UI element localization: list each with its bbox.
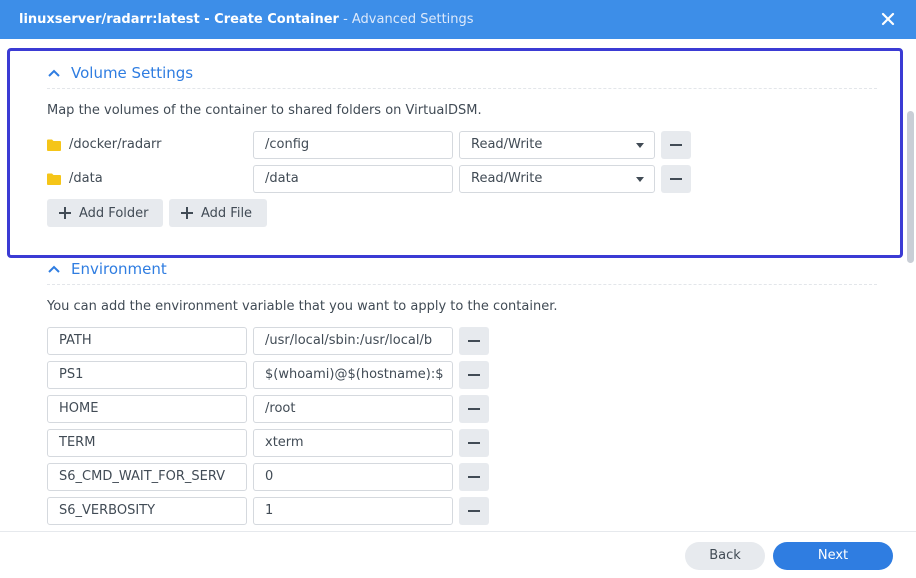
divider (47, 88, 877, 89)
title-action: Create Container (214, 12, 339, 27)
env-value-input[interactable]: /root (253, 395, 453, 423)
caret-down-icon (636, 143, 644, 148)
env-key-input[interactable]: HOME (47, 395, 247, 423)
title-image-name: linuxserver/radarr:latest (19, 12, 200, 27)
volume-description: Map the volumes of the container to shar… (47, 103, 482, 118)
folder-icon (47, 173, 61, 185)
remove-env-button[interactable] (459, 327, 489, 355)
folder-icon (47, 139, 61, 151)
env-key-input[interactable]: PS1 (47, 361, 247, 389)
mount-path-input[interactable]: /data (253, 165, 453, 193)
env-key-input[interactable]: S6_VERBOSITY (47, 497, 247, 525)
vertical-scrollbar[interactable] (907, 111, 914, 263)
env-value-input[interactable]: /usr/local/sbin:/usr/local/b (253, 327, 453, 355)
next-button[interactable]: Next (773, 542, 893, 570)
divider (47, 284, 877, 285)
caret-down-icon (636, 177, 644, 182)
add-file-button[interactable]: Add File (169, 199, 267, 227)
chevron-up-icon (48, 69, 60, 77)
plus-icon (181, 207, 193, 219)
add-file-label: Add File (201, 205, 253, 221)
title-step: - Advanced Settings (338, 12, 474, 27)
section-title-environment: Environment (71, 260, 167, 278)
permission-select[interactable]: Read/Write (459, 165, 655, 193)
permission-select[interactable]: Read/Write (459, 131, 655, 159)
env-value-input[interactable]: $(whoami)@$(hostname):$ (253, 361, 453, 389)
section-title-volume-settings: Volume Settings (71, 64, 194, 82)
close-icon[interactable] (880, 11, 896, 27)
env-value-input[interactable]: 1 (253, 497, 453, 525)
remove-volume-button[interactable] (661, 165, 691, 193)
section-header-environment[interactable]: Environment (47, 260, 167, 278)
env-value-input[interactable]: 0 (253, 463, 453, 491)
env-key-input[interactable]: PATH (47, 327, 247, 355)
volume-folder-1: /docker/radarr (47, 137, 162, 152)
mount-path-input[interactable]: /config (253, 131, 453, 159)
volume-folder-2: /data (47, 171, 103, 186)
dialog-footer: Back Next (0, 531, 916, 578)
remove-env-button[interactable] (459, 497, 489, 525)
remove-env-button[interactable] (459, 395, 489, 423)
add-folder-label: Add Folder (79, 205, 149, 221)
env-value-input[interactable]: xterm (253, 429, 453, 457)
remove-env-button[interactable] (459, 463, 489, 491)
env-key-input[interactable]: TERM (47, 429, 247, 457)
plus-icon (59, 207, 71, 219)
permission-value: Read/Write (471, 137, 543, 152)
remove-volume-button[interactable] (661, 131, 691, 159)
chevron-up-icon (48, 265, 60, 273)
remove-env-button[interactable] (459, 361, 489, 389)
title-separator: - (199, 12, 215, 27)
back-button[interactable]: Back (685, 542, 765, 570)
add-folder-button[interactable]: Add Folder (47, 199, 163, 227)
window-titlebar: linuxserver/radarr:latest - Create Conta… (0, 0, 916, 39)
volume-folder-path: /docker/radarr (69, 137, 162, 152)
env-key-input[interactable]: S6_CMD_WAIT_FOR_SERV (47, 463, 247, 491)
volume-folder-path: /data (69, 171, 103, 186)
permission-value: Read/Write (471, 171, 543, 186)
environment-description: You can add the environment variable tha… (47, 299, 558, 314)
section-header-volume-settings[interactable]: Volume Settings (47, 64, 193, 82)
remove-env-button[interactable] (459, 429, 489, 457)
